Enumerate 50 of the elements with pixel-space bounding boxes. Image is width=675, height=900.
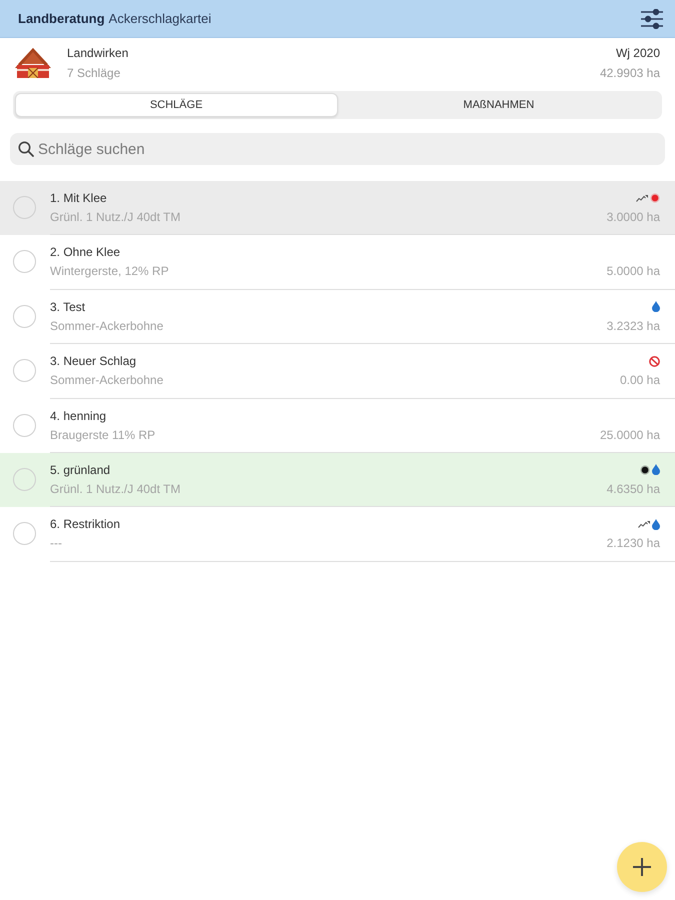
- select-circle[interactable]: [13, 468, 36, 491]
- field-area: 4.6350 ha: [606, 482, 660, 496]
- field-name: 1. Mit Klee: [50, 191, 108, 205]
- field-name: 3. Test: [50, 300, 86, 314]
- farm-name: Landwirken: [67, 46, 128, 60]
- app-title: Ackerschlagkartei: [108, 11, 212, 26]
- app-brand: Landberatung: [18, 11, 105, 26]
- crop-name: Wintergerste, 12% RP: [50, 264, 169, 278]
- prohibited-icon: [649, 356, 660, 367]
- crop-name: Braugerste 11% RP: [50, 428, 156, 442]
- add-button[interactable]: [617, 842, 667, 892]
- field-area: 3.2323 ha: [606, 318, 660, 333]
- plus-icon: [633, 858, 651, 876]
- search-icon: [18, 141, 34, 157]
- field-area: 5.0000 ha: [606, 264, 660, 278]
- field-area: 2.1230 ha: [606, 536, 660, 550]
- select-circle[interactable]: [13, 522, 36, 546]
- crop-name: Sommer-Ackerbohne: [50, 373, 164, 388]
- water-drop-icon: [652, 464, 660, 476]
- tab[interactable]: MAßNAHMEN: [338, 93, 660, 117]
- total-area: 42.9903 ha: [600, 66, 660, 80]
- farm-year: Wj 2020: [616, 46, 660, 60]
- crop-name: Grünl. 1 Nutz./J 40dt TM: [50, 482, 180, 496]
- water-drop-icon: [652, 518, 660, 530]
- select-circle[interactable]: [13, 359, 36, 382]
- trend-icon: [636, 194, 648, 202]
- field-area: 3.0000 ha: [606, 210, 660, 224]
- field-count: 7 Schläge: [67, 66, 122, 80]
- settings-icon[interactable]: [641, 8, 663, 28]
- tab[interactable]: SCHLÄGE: [15, 93, 338, 117]
- field-name: 6. Restriktion: [50, 517, 120, 532]
- barn-icon: [15, 48, 51, 78]
- search-field[interactable]: Schläge suchen: [10, 133, 665, 165]
- crop-name: Sommer-Ackerbohne: [50, 318, 164, 333]
- field-area: 25.0000 ha: [600, 428, 660, 442]
- field-name: 5. grünland: [50, 462, 112, 477]
- field-name: 2. Ohne Klee: [50, 245, 122, 260]
- field-row[interactable]: 5. grünland Grünl. 1 Nutz./J 40dt TM 4.6350 ha: [0, 452, 675, 508]
- field-row[interactable]: 1. Mit Klee Grünl. 1 Nutz./J 40dt TM 3.0000 ha: [0, 181, 675, 236]
- trend-icon: [638, 520, 650, 528]
- field-name: 3. Neuer Schlag: [50, 354, 138, 368]
- crop-name: ---: [50, 536, 63, 550]
- field-name: 4. henning: [50, 408, 108, 423]
- water-drop-icon: [652, 301, 660, 312]
- select-circle[interactable]: [13, 414, 36, 437]
- select-circle[interactable]: [13, 196, 36, 219]
- select-circle[interactable]: [13, 250, 36, 274]
- crop-name: Grünl. 1 Nutz./J 40dt TM: [50, 210, 180, 224]
- select-circle[interactable]: [13, 304, 36, 328]
- field-area: 0.00 ha: [620, 373, 660, 388]
